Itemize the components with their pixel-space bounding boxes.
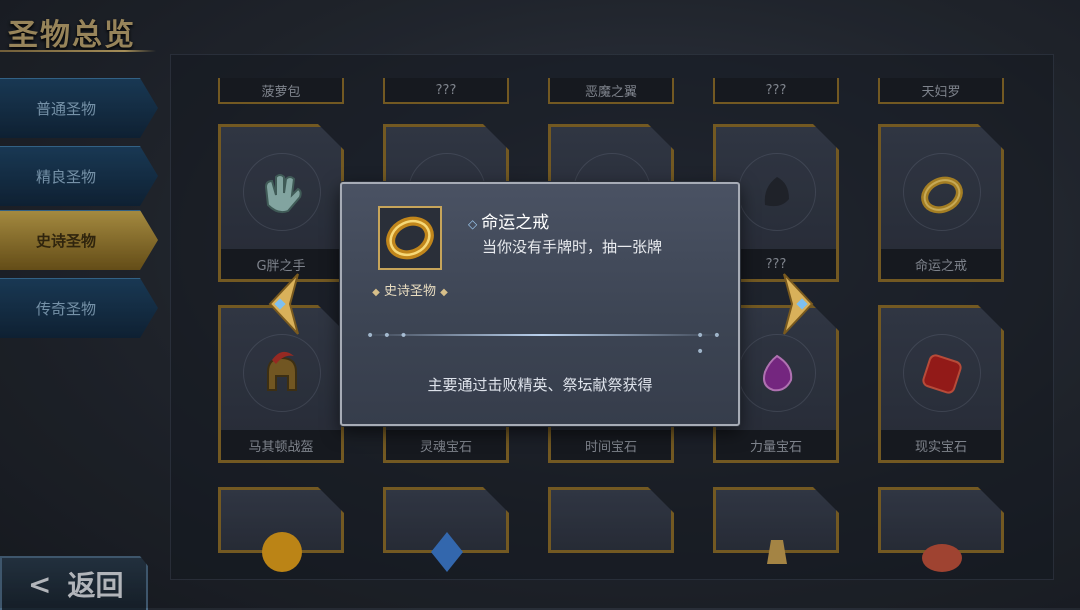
diamond-icon: ◇: [468, 217, 478, 231]
next-arrow-button[interactable]: [782, 272, 816, 336]
relic-description: 当你没有手牌时，抽一张牌: [482, 238, 663, 256]
relic-detail-modal: ◆ 史诗圣物 ◆ ◇ 命运之戒 当你没有手牌时，抽一张牌 • • • • • • …: [340, 182, 740, 426]
rarity-text: 史诗圣物: [383, 284, 436, 299]
relic-name: 命运之戒: [481, 213, 550, 233]
gold-ring-icon: [386, 216, 434, 260]
relic-icon-frame: [378, 206, 442, 270]
rarity-label: ◆ 史诗圣物 ◆: [368, 280, 452, 299]
relic-title: ◇ 命运之戒: [468, 208, 549, 233]
glow-divider: [364, 334, 720, 336]
prev-arrow-button[interactable]: [266, 272, 300, 336]
ornament-icon: ◆: [372, 287, 380, 298]
ornament-icon: ◆: [440, 287, 448, 298]
divider-dots-right: • • •: [696, 328, 723, 360]
divider-dots-left: • • •: [366, 328, 410, 344]
obtain-method-text: 主要通过击败精英、祭坛献祭获得: [427, 376, 653, 394]
